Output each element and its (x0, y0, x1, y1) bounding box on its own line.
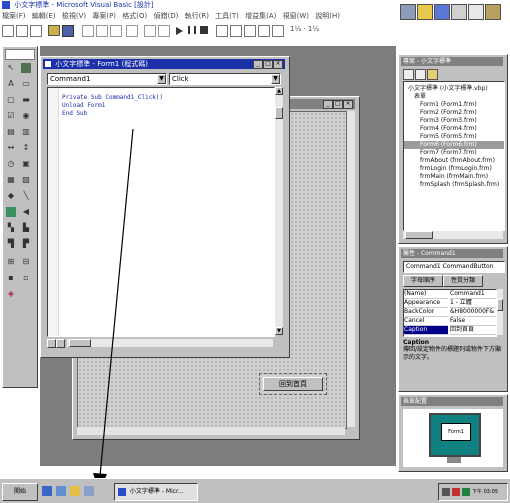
tray-ime-icon[interactable] (462, 488, 470, 496)
tray-network-icon[interactable] (442, 488, 450, 496)
quicklaunch-desktop-icon[interactable] (56, 486, 66, 496)
taskbar-vb-icon (118, 488, 126, 496)
tray-volume-icon[interactable] (452, 488, 460, 496)
annotation-arrow (93, 128, 134, 492)
annotation-arrow-line (99, 128, 134, 477)
start-button[interactable]: 開始 (2, 483, 38, 501)
system-tray: 下午 03:05 (438, 483, 508, 501)
quicklaunch-ie-icon[interactable] (42, 486, 52, 496)
taskbar-vb-label: 小文字標準 - Micr... (129, 488, 184, 495)
start-label: 開始 (13, 488, 26, 495)
tray-clock: 下午 03:05 (472, 489, 498, 495)
taskbar: 開始 小文字標準 - Micr... 下午 03:05 (0, 478, 510, 503)
quicklaunch-outlook-icon[interactable] (70, 486, 80, 496)
quicklaunch-extra-icon[interactable] (84, 486, 94, 496)
taskbar-vb-button[interactable]: 小文字標準 - Micr... (114, 483, 198, 501)
